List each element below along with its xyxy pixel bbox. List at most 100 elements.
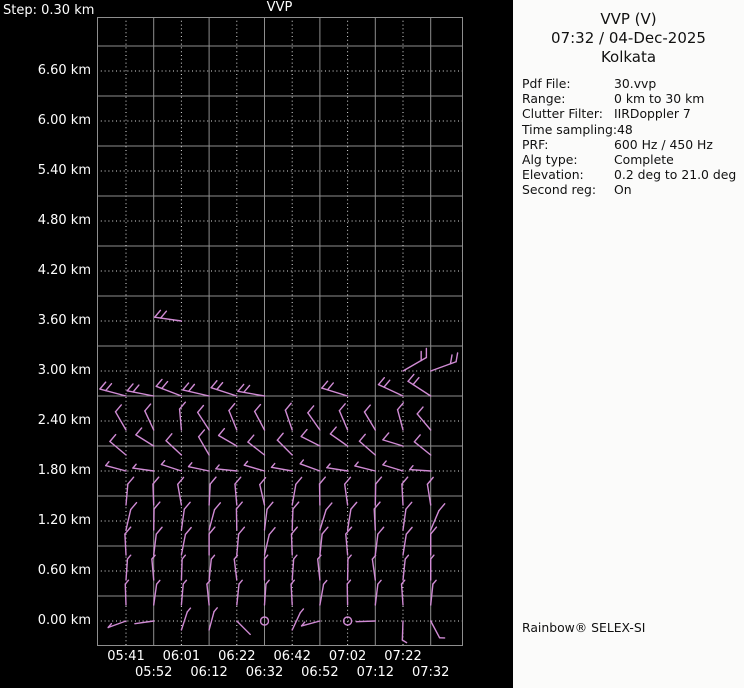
wind-barb [348, 502, 357, 530]
product-title: VVP (V) [513, 10, 744, 29]
plot-border [98, 18, 463, 646]
info-row: Pdf File:30.vvp [513, 76, 744, 91]
wind-barb [198, 405, 209, 430]
wind-barb [127, 384, 154, 396]
wind-barb [403, 555, 408, 580]
wind-barb [209, 477, 216, 505]
info-label: Time sampling: [522, 122, 617, 137]
wind-barb [255, 405, 265, 430]
wind-barb [199, 430, 210, 455]
info-value: 0.2 deg to 21.0 deg [614, 167, 744, 182]
wind-barb [126, 503, 137, 530]
wind-barb [292, 502, 299, 530]
info-row: Elevation:0.2 deg to 21.0 deg [513, 167, 744, 182]
step-label: Step: 0.30 km [3, 3, 94, 19]
wind-barb [116, 405, 127, 430]
wind-barb [181, 527, 191, 555]
wind-barb [348, 555, 352, 580]
info-row: Clutter Filter:IIRDoppler 7 [513, 106, 744, 121]
wind-barb [431, 555, 434, 580]
x-axis-tick-label: 06:52 [292, 665, 348, 680]
wind-barb [431, 580, 436, 605]
info-value: 0 km to 30 km [614, 91, 744, 106]
info-row: Second reg:On [513, 182, 744, 197]
wind-barb [244, 461, 264, 471]
wind-barb [345, 477, 351, 505]
wind-barb [272, 464, 293, 471]
wind-barb [379, 378, 403, 396]
wind-barb [308, 406, 320, 430]
wind-barb [265, 555, 268, 580]
wind-barb [248, 435, 265, 455]
wind-barb [156, 379, 181, 396]
wind-barb [125, 527, 131, 555]
y-axis-tick-label: 1.20 km [0, 513, 91, 529]
wind-barb [180, 402, 186, 430]
y-axis-tick-label: 6.00 km [0, 113, 91, 129]
wind-barb [285, 403, 292, 430]
wind-barb [302, 621, 320, 626]
wind-barb [126, 477, 134, 505]
info-label: Pdf File: [522, 76, 614, 91]
wind-barb [375, 580, 381, 605]
vvp-plot-svg [0, 0, 513, 688]
wind-barb [136, 428, 154, 446]
x-axis-tick-label: 07:22 [375, 649, 431, 664]
wind-barb [300, 460, 320, 471]
y-axis-tick-label: 6.60 km [0, 63, 91, 79]
wind-barb [291, 527, 297, 555]
wind-barb [375, 527, 383, 555]
wind-barb [322, 381, 348, 396]
wind-barb [154, 502, 160, 530]
wind-barb [181, 555, 185, 580]
info-label: Alg type: [522, 152, 614, 167]
wind-barb [359, 434, 375, 455]
wind-barb [320, 580, 327, 605]
wind-barb [265, 580, 270, 605]
vvp-window: Step: 0.30 km VVP 6.60 km6.00 km5.40 km4… [0, 0, 744, 688]
x-axis-tick-label: 06:22 [209, 649, 265, 664]
x-axis-tick-label: 07:02 [320, 649, 376, 664]
wind-barb [237, 580, 242, 605]
info-value: 48 [617, 122, 744, 137]
wind-barb [414, 435, 430, 455]
y-axis-tick-label: 1.80 km [0, 463, 91, 479]
wind-barb [207, 580, 210, 605]
wind-barb [403, 349, 426, 372]
wind-barb [320, 527, 328, 555]
y-axis-tick-label: 4.20 km [0, 263, 91, 279]
info-label: Range: [522, 91, 614, 106]
wind-barb [347, 580, 350, 605]
wind-barb [209, 527, 215, 555]
x-axis-tick-label: 06:12 [181, 665, 237, 680]
wind-barb [431, 527, 437, 555]
x-axis-tick-label: 07:32 [403, 665, 459, 680]
plot-title: VVP [97, 0, 462, 15]
x-axis-tick-label: 05:41 [98, 649, 154, 664]
info-label: PRF: [522, 137, 614, 152]
y-axis-tick-label: 0.00 km [0, 613, 91, 629]
wind-barb [383, 433, 403, 446]
branding-footer: Rainbow® SELEX-SI [522, 620, 645, 635]
wind-barb [238, 384, 265, 396]
y-axis-tick-label: 4.80 km [0, 213, 91, 229]
wind-barb [398, 403, 404, 430]
y-axis-tick-label: 3.00 km [0, 363, 91, 379]
wind-barb [431, 504, 445, 530]
wind-barb [100, 382, 126, 396]
wind-barb [161, 461, 181, 471]
product-datetime: 07:32 / 04-Dec-2025 [513, 29, 744, 48]
wind-barb [183, 383, 209, 396]
wind-barb [330, 427, 347, 446]
x-axis-tick-label: 07:12 [347, 665, 403, 680]
wind-barb [431, 353, 458, 371]
info-label: Clutter Filter: [522, 106, 614, 121]
wind-barb [417, 407, 430, 430]
wind-barb [301, 430, 320, 446]
info-row: Range:0 km to 30 km [513, 91, 744, 106]
wind-barb [403, 527, 412, 555]
wind-barb [106, 462, 126, 471]
wind-barb [229, 404, 237, 430]
wind-barb [178, 477, 184, 505]
info-row: Time sampling:48 [513, 122, 744, 137]
